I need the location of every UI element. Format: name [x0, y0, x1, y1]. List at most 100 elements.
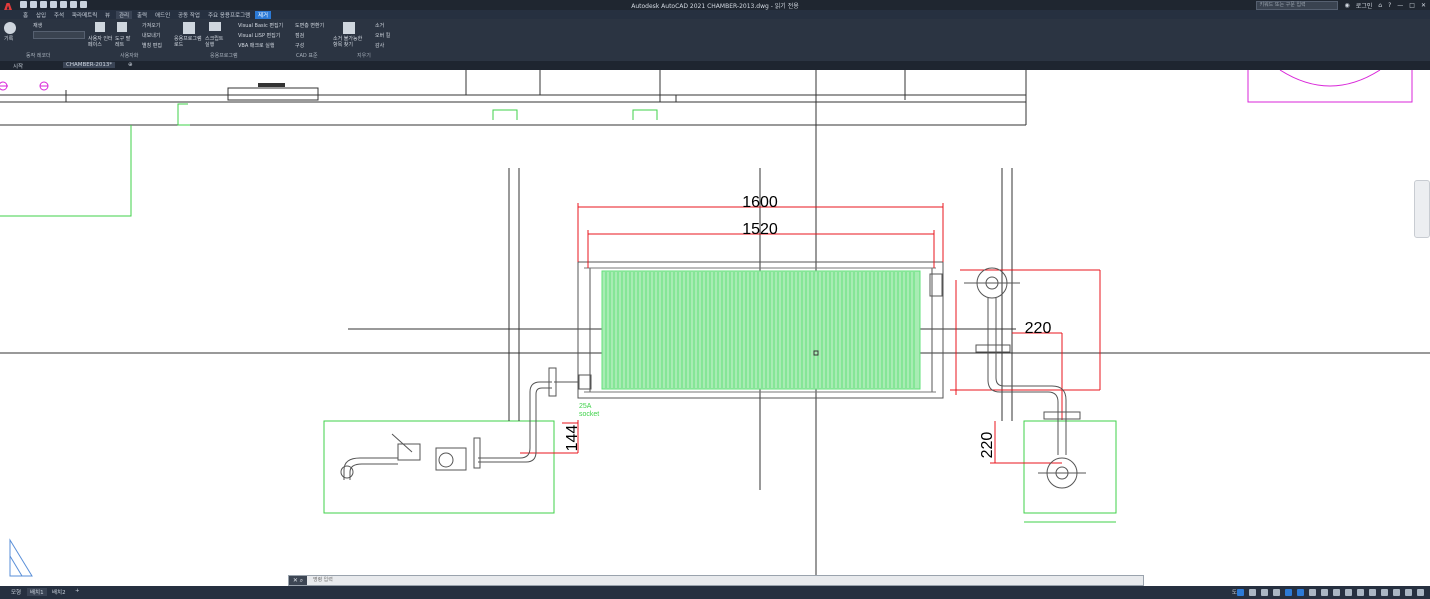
play-button[interactable]: 재생	[33, 22, 42, 29]
workspace-gear-icon[interactable]	[1357, 589, 1364, 596]
command-line: ✕ ⌕	[288, 575, 1144, 586]
user-icon[interactable]: ◉	[1344, 2, 1349, 9]
layout-tab-model[interactable]: 모형	[8, 588, 24, 596]
login-button[interactable]: 로그인	[1356, 1, 1373, 10]
title-right-controls: 키워드 또는 구문 입력 ◉ 로그인 ⌂ ? — □ ✕	[1256, 0, 1426, 10]
layout-tab-layout2[interactable]: 배치2	[49, 588, 69, 596]
check-button[interactable]: 점검	[295, 32, 304, 39]
user-interface-icon[interactable]	[95, 22, 105, 32]
label-socket: socket	[579, 411, 599, 418]
vba-editor-button[interactable]: Visual Basic 편집기	[238, 22, 283, 29]
script-icon[interactable]	[209, 22, 221, 31]
layer-translator-button[interactable]: 도면층 변환기	[295, 22, 324, 29]
tab-remove[interactable]: 제거	[255, 11, 272, 19]
macro-select[interactable]	[33, 31, 85, 39]
tool-palettes-button[interactable]: 도구 팔레트	[115, 36, 133, 48]
tab-annotate[interactable]: 주석	[54, 11, 64, 19]
tab-parametric[interactable]: 파라메트릭	[72, 11, 97, 19]
window-title: Autodesk AutoCAD 2021 CHAMBER-2013.dwg -…	[631, 3, 799, 10]
ortho-icon[interactable]	[1261, 589, 1268, 596]
osnap-icon[interactable]	[1285, 589, 1292, 596]
drawing-svg: 1600 1520 220 144 220 25A socket	[0, 70, 1430, 586]
tab-addins[interactable]: 애드인	[155, 11, 170, 19]
help-icon[interactable]: ?	[1388, 2, 1391, 9]
dim-1600-text: 1600	[742, 194, 778, 211]
dim-1520-text: 1520	[742, 221, 778, 238]
tab-manage[interactable]: 관리	[116, 11, 133, 19]
otrack-icon[interactable]	[1297, 589, 1304, 596]
navigation-bar[interactable]	[1414, 180, 1430, 238]
alias-edit-button[interactable]: 별칭 편집	[142, 42, 162, 49]
transparency-icon[interactable]	[1321, 589, 1328, 596]
isolate-objects-icon[interactable]	[1381, 589, 1388, 596]
load-app-button[interactable]: 응용프로그램 로드	[174, 36, 204, 48]
find-nonpurgeable-button[interactable]: 소거 불가능한 항목 찾기	[333, 36, 365, 48]
label-25a: 25A	[579, 403, 592, 410]
tab-home[interactable]: 홈	[23, 11, 28, 19]
action-recorder-panel-label: 동작 레코더	[26, 53, 51, 59]
document-tab-bar: 시작 CHAMBER-2013* ⊕	[0, 61, 1430, 70]
tab-collaborate[interactable]: 공동 작업	[178, 11, 200, 19]
add-layout-icon[interactable]: +	[72, 588, 83, 594]
tab-output[interactable]: 출력	[137, 11, 147, 19]
tab-featured-apps[interactable]: 주요 응용프로그램	[208, 11, 250, 19]
close-icon[interactable]: ✕	[1421, 2, 1426, 9]
customize-panel-label: 사용자화	[120, 53, 139, 59]
start-tab[interactable]: 시작	[10, 62, 26, 70]
magenta-outlines	[0, 70, 1413, 103]
command-close-icon[interactable]: ✕ ⌕	[289, 576, 307, 585]
record-label[interactable]: 기록	[4, 35, 13, 42]
clean-screen-icon[interactable]	[1405, 589, 1412, 596]
configure-button[interactable]: 구성	[295, 42, 304, 49]
ucs-icon	[9, 538, 33, 577]
audit-button[interactable]: 감사	[375, 42, 384, 49]
annotation-scale-icon[interactable]	[1345, 589, 1352, 596]
overkill-button[interactable]: 오버 킬	[375, 32, 390, 39]
hardware-acceleration-icon[interactable]	[1393, 589, 1400, 596]
load-app-icon[interactable]	[183, 22, 195, 34]
green-outlines	[0, 103, 1117, 523]
dim-144-text: 144	[564, 425, 581, 452]
layout-tab-layout1[interactable]: 배치1	[27, 588, 47, 596]
cad-standards-panel-label: CAD 표준	[296, 53, 318, 59]
purge-button[interactable]: 소거	[375, 22, 384, 29]
pipe-left	[340, 367, 578, 480]
customization-menu-icon[interactable]	[1417, 589, 1424, 596]
maximize-icon[interactable]: □	[1409, 2, 1415, 9]
import-button[interactable]: 가져오기	[142, 22, 160, 29]
minimize-icon[interactable]: —	[1397, 2, 1403, 9]
top-frame	[0, 70, 1027, 126]
title-bar: A Autodesk AutoCAD 2021 CHAMBER-2013.dwg…	[0, 0, 1430, 17]
command-input[interactable]	[313, 576, 1113, 585]
selection-cycling-icon[interactable]	[1333, 589, 1340, 596]
grid-icon[interactable]	[1237, 589, 1244, 596]
dim-220-bottom-text: 220	[979, 432, 996, 459]
status-bar: 모형 배치1 배치2 + 도면	[0, 586, 1430, 599]
lisp-editor-button[interactable]: Visual LISP 편집기	[238, 32, 280, 39]
status-icons	[1237, 589, 1424, 596]
applications-panel-label: 응용프로그램	[210, 53, 238, 59]
ribbon-tab-bar: 홈 삽입 주석 파라메트릭 뷰 관리 출력 애드인 공동 작업 주요 응용프로그…	[0, 10, 1430, 19]
purge-broom-icon[interactable]	[343, 22, 355, 34]
snap-icon[interactable]	[1249, 589, 1256, 596]
export-button[interactable]: 내보내기	[142, 32, 160, 39]
dim-220-right-text: 220	[1025, 320, 1052, 337]
cart-icon[interactable]: ⌂	[1378, 2, 1382, 9]
run-vba-button[interactable]: VBA 매크로 실행	[238, 42, 274, 49]
new-tab-icon[interactable]: ⊕	[125, 62, 136, 68]
ribbon-panel: 기록 재생 동작 레코더 사용자 인터페이스 도구 팔레트 가져오기 내보내기 …	[0, 19, 1430, 62]
cleanup-panel-label: 지우기	[357, 53, 371, 59]
coil-unit	[577, 261, 944, 399]
lineweight-icon[interactable]	[1309, 589, 1316, 596]
run-script-button[interactable]: 스크립트 실행	[205, 36, 227, 48]
file-tab[interactable]: CHAMBER-2013*	[63, 62, 116, 68]
drawing-canvas[interactable]: 1600 1520 220 144 220 25A socket	[0, 70, 1430, 586]
units-icon[interactable]	[1369, 589, 1376, 596]
tool-palettes-icon[interactable]	[117, 22, 127, 32]
tab-view[interactable]: 뷰	[105, 11, 110, 19]
user-interface-button[interactable]: 사용자 인터페이스	[88, 36, 116, 48]
tab-insert[interactable]: 삽입	[36, 11, 46, 19]
search-input[interactable]: 키워드 또는 구문 입력	[1256, 0, 1339, 10]
polar-icon[interactable]	[1273, 589, 1280, 596]
record-icon[interactable]	[4, 22, 16, 34]
